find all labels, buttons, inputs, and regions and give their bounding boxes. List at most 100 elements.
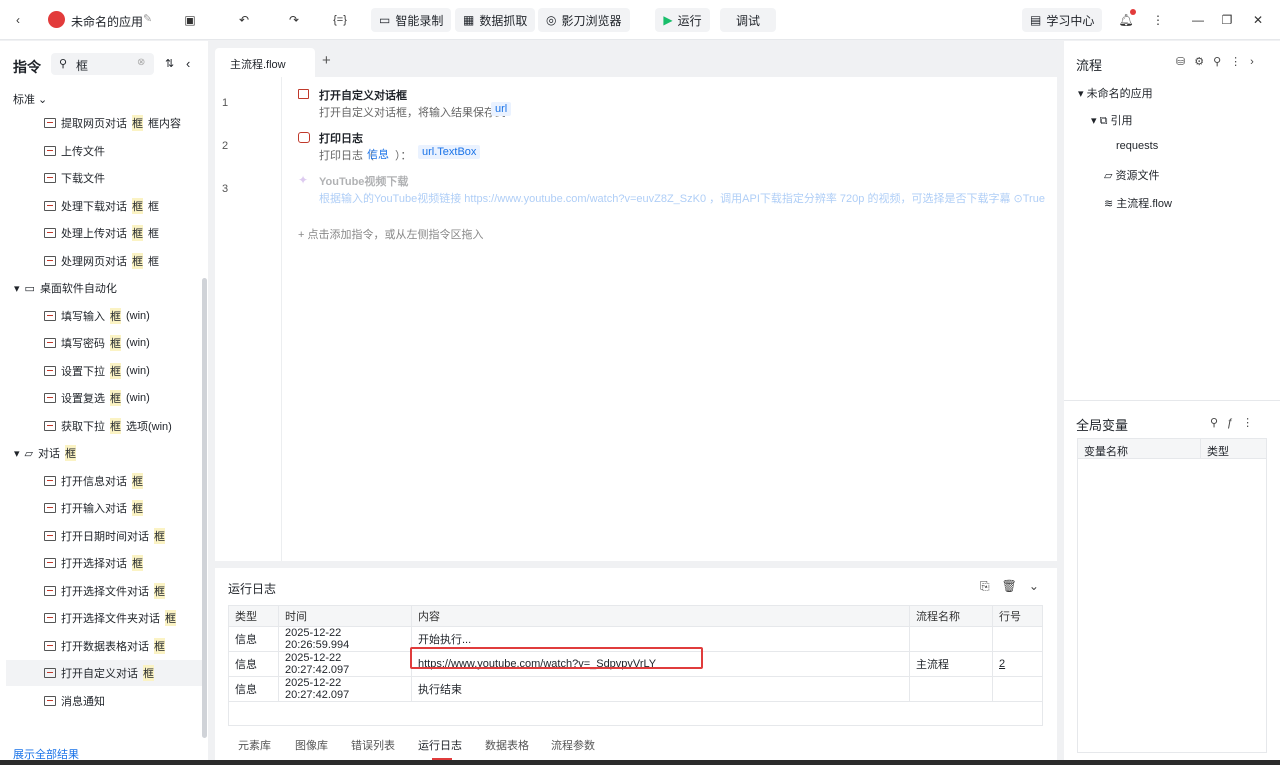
- highlight-box: [410, 647, 703, 669]
- category-selector[interactable]: 标准 ⌄: [13, 91, 47, 107]
- app-title[interactable]: 未命名的应用: [71, 13, 143, 30]
- log-col-header: 类型: [228, 605, 279, 627]
- tree-app[interactable]: ▾ 未命名的应用: [1078, 85, 1153, 101]
- command-item[interactable]: 打开选择对话框: [44, 553, 143, 573]
- command-item[interactable]: 打开自定义对话框: [6, 660, 202, 686]
- vars-tools[interactable]: ⚲ƒ⋮: [1210, 416, 1262, 429]
- tree-resources[interactable]: ▱ 资源文件: [1104, 167, 1160, 183]
- command-desc: 打开自定义对话框，将输入结果保存到: [319, 107, 506, 119]
- var-token: url: [491, 102, 512, 116]
- flow-panel-title: 流程: [1076, 58, 1103, 73]
- command-item[interactable]: 处理上传对话框框: [44, 223, 159, 243]
- debug-button[interactable]: 调试: [720, 8, 776, 32]
- log-cell: 信息: [228, 651, 279, 677]
- sort-icon[interactable]: ⇅: [165, 57, 174, 70]
- log-cell: [992, 626, 1043, 652]
- command-row-3-disabled[interactable]: ✦ YouTube视频下载 根据输入的YouTube视频链接 https://w…: [297, 172, 1045, 208]
- monitor-icon: ▭: [24, 282, 35, 295]
- command-icon: [44, 145, 56, 156]
- more-icon[interactable]: ⋮: [1148, 10, 1168, 30]
- command-search-input[interactable]: ⚲ 框 ⊗: [51, 53, 154, 75]
- command-icon: [44, 503, 56, 513]
- browser-button[interactable]: ◎ 影刀浏览器: [538, 8, 630, 32]
- group-dialog[interactable]: ▾ ▱ 对话框: [14, 443, 76, 463]
- command-icon: [44, 338, 56, 348]
- undo-icon[interactable]: ↶: [234, 10, 254, 30]
- command-item[interactable]: 打开信息对话框: [44, 471, 143, 491]
- learn-center-button[interactable]: ▤ 学习中心: [1022, 8, 1103, 32]
- command-icon: [44, 640, 56, 651]
- command-item[interactable]: 处理网页对话框框: [44, 251, 159, 271]
- add-tab-icon[interactable]: +: [322, 52, 331, 69]
- close-icon[interactable]: ✕: [1248, 10, 1268, 30]
- log-cell: 信息: [228, 626, 279, 652]
- command-row-1[interactable]: 打开自定义对话框 打开自定义对话框，将输入结果保存到 url: [297, 86, 1037, 122]
- command-icon: [44, 585, 56, 596]
- smart-record-button[interactable]: ▭ 智能录制: [371, 8, 452, 32]
- command-item[interactable]: 填写密码框 (win): [44, 333, 150, 353]
- run-log-title: 运行日志: [228, 582, 277, 596]
- command-item[interactable]: 设置下拉框 (win): [44, 361, 150, 381]
- command-icon: [44, 530, 56, 541]
- variable-icon[interactable]: {=}: [330, 10, 350, 30]
- command-icon: [44, 365, 56, 376]
- back-icon[interactable]: ‹: [8, 10, 28, 30]
- save-icon[interactable]: ▣: [180, 10, 200, 30]
- bottom-tab[interactable]: 运行日志: [418, 737, 462, 753]
- notification-dot: [1130, 9, 1136, 15]
- bottom-tab[interactable]: 数据表格: [485, 737, 529, 753]
- command-item[interactable]: 处理下载对话框框: [44, 196, 159, 216]
- command-item[interactable]: 打开选择文件对话框: [44, 581, 165, 601]
- command-item[interactable]: 打开数据表格对话框: [44, 636, 165, 656]
- log-cell: 主流程: [909, 651, 993, 677]
- command-item[interactable]: 填写输入框 (win): [44, 306, 150, 326]
- dialog-group-icon: ▱: [24, 447, 33, 460]
- redo-icon[interactable]: ↷: [284, 10, 304, 30]
- collapse-panel-icon[interactable]: ‹: [186, 56, 190, 71]
- editor-tabs: [215, 41, 1057, 77]
- data-grab-button[interactable]: ▦ 数据抓取: [455, 8, 536, 32]
- minimize-icon[interactable]: —: [1188, 10, 1208, 30]
- tree-references[interactable]: ▾ ⧉ 引用: [1091, 112, 1133, 128]
- command-desc: 根据输入的YouTube视频链接 https://www.youtube.com…: [319, 193, 1045, 205]
- log-col-header: 行号: [992, 605, 1043, 627]
- command-item[interactable]: 打开日期时间对话框: [44, 526, 165, 546]
- tab-main-flow[interactable]: 主流程.flow: [215, 48, 315, 77]
- command-item[interactable]: 打开选择文件夹对话框: [44, 608, 176, 628]
- maximize-icon[interactable]: ❐: [1217, 10, 1237, 30]
- command-title: 打印日志: [319, 133, 363, 145]
- command-item[interactable]: 下载文件: [44, 168, 110, 188]
- tree-requests[interactable]: requests: [1116, 140, 1158, 152]
- bottom-tab[interactable]: 错误列表: [351, 737, 395, 753]
- log-tools[interactable]: ⎘🗑︎⌄: [980, 579, 1051, 594]
- clear-icon[interactable]: ⊗: [137, 57, 145, 68]
- command-item[interactable]: 设置复选框 (win): [44, 388, 150, 408]
- global-vars-table: 变量名称 类型: [1077, 438, 1267, 753]
- flow-panel-tools[interactable]: ⛁⚙⚲⋮›: [1176, 55, 1263, 68]
- command-item[interactable]: 提取网页对话框框内容: [44, 113, 181, 133]
- run-button[interactable]: ▶ 运行: [655, 8, 710, 32]
- line-number: 1: [222, 97, 229, 109]
- top-toolbar: ‹ 未命名的应用 ✎ ▣ ↶ ↷ {=} ▭ 智能录制 ▦ 数据抓取 ◎ 影刀浏览器 …: [0, 0, 1280, 40]
- command-icon: [44, 613, 56, 623]
- command-item[interactable]: 消息通知: [44, 691, 105, 711]
- browser-icon: ◎: [546, 13, 557, 27]
- bottom-tab[interactable]: 流程参数: [551, 737, 595, 753]
- log-cell[interactable]: 2: [992, 651, 1043, 677]
- bottom-tab[interactable]: 图像库: [295, 737, 328, 753]
- command-desc: 打印日志（: [319, 150, 374, 162]
- log-table-empty-area: [228, 690, 1043, 726]
- edit-icon[interactable]: ✎: [143, 12, 152, 25]
- bottom-tab[interactable]: 元素库: [238, 737, 271, 753]
- log-cell: [909, 626, 993, 652]
- command-item[interactable]: 打开输入对话框: [44, 498, 143, 518]
- command-item[interactable]: 上传文件: [44, 141, 110, 161]
- command-row-2[interactable]: 打印日志 打印日志（ 信息 ）： url.TextBox: [297, 129, 1037, 165]
- group-desktop-automation[interactable]: ▾ ▭ 桌面软件自动化: [14, 278, 117, 298]
- scrollbar[interactable]: [202, 278, 207, 738]
- command-item[interactable]: 获取下拉框选项(win): [44, 416, 172, 436]
- command-icon: [44, 255, 56, 266]
- layers-icon: ≋: [1104, 198, 1114, 210]
- add-command-hint[interactable]: + 点击添加指令，或从左侧指令区拖入: [298, 226, 483, 242]
- tree-main-flow[interactable]: ≋ 主流程.flow: [1104, 195, 1172, 211]
